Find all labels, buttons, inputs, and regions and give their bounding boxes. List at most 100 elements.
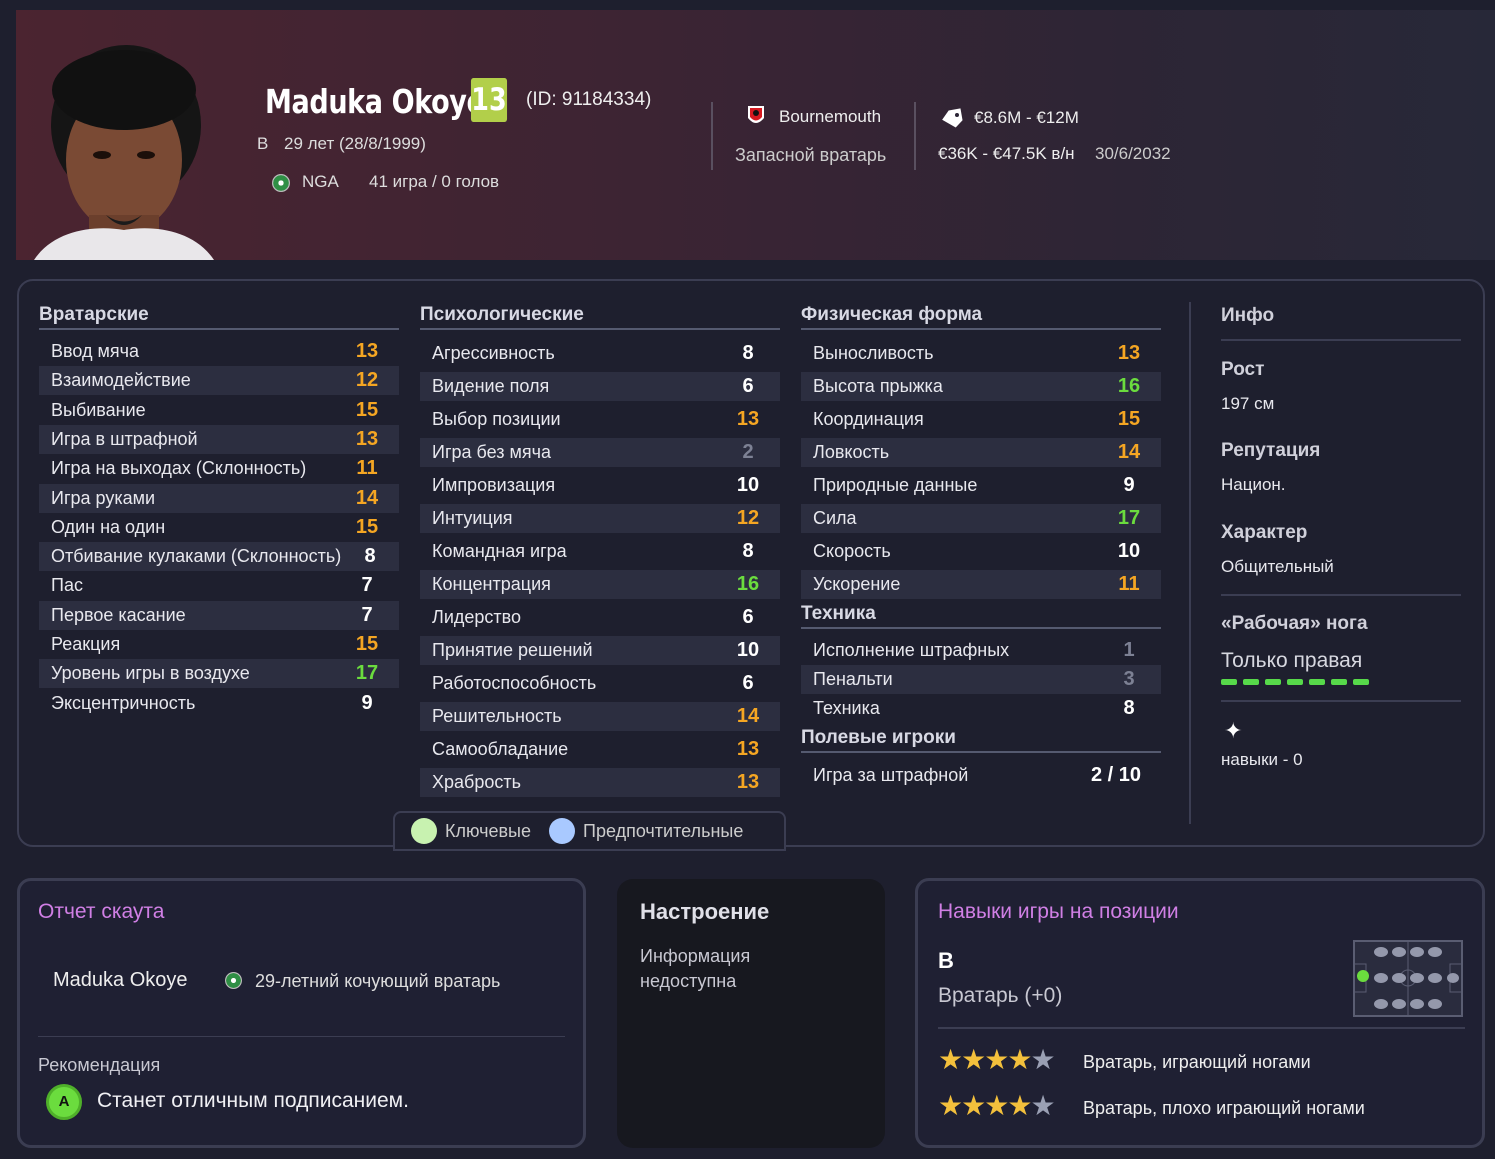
attribute-row[interactable]: Игра руками 14	[39, 483, 399, 513]
info-title: Инфо	[1221, 305, 1275, 326]
attribute-label: Интуиция	[432, 508, 513, 528]
attribute-row[interactable]: Выбивание 15	[39, 396, 399, 425]
attribute-row[interactable]: Исполнение штрафных 1	[801, 636, 1161, 665]
star-icon: ★	[1030, 1044, 1055, 1075]
attribute-row[interactable]: Скорость 10	[801, 537, 1161, 566]
attribute-row[interactable]: Игра на выходах (Склонность) 11	[39, 454, 399, 483]
scout-desc: 29-летний кочующий вратарь	[255, 971, 501, 991]
attribute-row[interactable]: Уровень игры в воздухе 17	[39, 659, 399, 689]
position-role: Вратарь (+0)	[938, 984, 1063, 1007]
attribute-value: 14	[355, 486, 379, 509]
attribute-value: 6	[742, 672, 754, 694]
role-name[interactable]: Вратарь, плохо играющий ногами	[1083, 1098, 1365, 1119]
recommendation-label: Рекомендация	[38, 1055, 161, 1075]
divider	[1221, 594, 1461, 596]
attribute-row[interactable]: Храбрость 13	[420, 768, 780, 797]
role-name[interactable]: Вратарь, играющий ногами	[1083, 1052, 1311, 1073]
grade-badge: A	[46, 1084, 82, 1120]
foot-bar-segment	[1287, 679, 1303, 685]
attribute-label: Ввод мяча	[51, 341, 139, 361]
attribute-row[interactable]: Видение поля 6	[420, 372, 780, 401]
foot-bar-segment	[1221, 679, 1237, 685]
attribute-row[interactable]: Выносливость 13	[801, 339, 1161, 368]
attribute-row[interactable]: Взаимодействие 12	[39, 366, 399, 396]
foot-value: Только правая	[1221, 649, 1363, 672]
reputation-value: Национ.	[1221, 475, 1286, 494]
attribute-row[interactable]: Ввод мяча 13	[39, 337, 399, 366]
attribute-row[interactable]: Один на один 15	[39, 513, 399, 542]
attribute-row[interactable]: Ускорение 11	[801, 570, 1161, 599]
price-tag-icon	[942, 108, 963, 128]
attribute-label: Скорость	[813, 541, 891, 561]
star-icon: ★	[938, 1090, 963, 1121]
attribute-row[interactable]: Решительность 14	[420, 702, 780, 731]
attribute-row[interactable]: Командная игра 8	[420, 537, 780, 566]
attribute-label: Игра без мяча	[432, 442, 552, 462]
attribute-label: Первое касание	[51, 604, 186, 625]
attribute-value: 2 / 10	[1090, 764, 1142, 786]
attribute-value: 6	[742, 375, 754, 397]
attribute-value: 6	[742, 606, 754, 628]
attribute-value: 1	[1123, 639, 1135, 661]
character-value: Общительный	[1221, 557, 1334, 576]
player-age: 29 лет (28/8/1999)	[284, 134, 426, 153]
character-label: Характер	[1221, 522, 1308, 543]
attribute-row[interactable]: Сила 17	[801, 504, 1161, 533]
attribute-row[interactable]: Самообладание 13	[420, 735, 780, 764]
attribute-value: 8	[742, 342, 754, 364]
star-icon: ★	[1030, 1090, 1055, 1121]
attribute-label: Командная игра	[432, 541, 567, 561]
attribute-label: Эксцентричность	[51, 692, 196, 713]
attribute-row[interactable]: Игра без мяча 2	[420, 438, 780, 467]
scout-player-name[interactable]: Maduka Okoye	[53, 969, 188, 992]
attribute-row[interactable]: Игра в штрафной 13	[39, 424, 399, 454]
attribute-row[interactable]: Работоспособность 6	[420, 669, 780, 698]
attribute-value: 15	[1117, 408, 1141, 430]
attribute-row[interactable]: Игра за штрафной 2 / 10	[801, 761, 1161, 790]
attribute-row[interactable]: Реакция 15	[39, 630, 399, 659]
attribute-value: 15	[355, 398, 379, 421]
attribute-row[interactable]: Эксцентричность 9	[39, 689, 399, 718]
attribute-label: Пас	[51, 575, 83, 596]
nigeria-flag-icon	[272, 174, 290, 192]
transfer-value: €8.6M - €12M	[974, 108, 1079, 127]
attribute-row[interactable]: Первое касание 7	[39, 600, 399, 630]
attribute-value: 8	[364, 545, 376, 568]
recommendation-text: Станет отличным подписанием.	[97, 1089, 409, 1112]
foot-strength-bar	[1221, 679, 1369, 685]
attribute-row[interactable]: Лидерство 6	[420, 603, 780, 632]
attribute-value: 9	[1123, 474, 1135, 496]
attribute-row[interactable]: Ловкость 14	[801, 438, 1161, 467]
attribute-row[interactable]: Интуиция 12	[420, 504, 780, 533]
player-nation[interactable]: NGA	[302, 172, 339, 192]
attribute-row[interactable]: Природные данные 9	[801, 471, 1161, 500]
attribute-row[interactable]: Агрессивность 8	[420, 339, 780, 368]
attribute-value: 15	[355, 515, 379, 538]
attribute-label: Концентрация	[432, 574, 551, 594]
attribute-row[interactable]: Принятие решений 10	[420, 636, 780, 665]
attribute-value: 13	[355, 340, 379, 362]
attribute-label: Решительность	[432, 706, 562, 726]
attribute-row[interactable]: Пас 7	[39, 571, 399, 600]
attribute-row[interactable]: Высота прыжка 16	[801, 372, 1161, 401]
divider	[914, 102, 916, 170]
attribute-row[interactable]: Координация 15	[801, 405, 1161, 434]
club-name[interactable]: Bournemouth	[779, 107, 881, 127]
divider	[938, 1027, 1465, 1029]
section-physical: Физическая форма	[801, 304, 1161, 330]
attribute-row[interactable]: Выбор позиции 13	[420, 405, 780, 434]
attribute-label: Высота прыжка	[813, 376, 943, 396]
skills-count[interactable]: навыки - 0	[1221, 750, 1303, 770]
attribute-row[interactable]: Пенальти 3	[801, 665, 1161, 694]
attribute-row[interactable]: Концентрация 16	[420, 570, 780, 599]
section-technique: Техника	[801, 603, 1161, 629]
divider	[1221, 700, 1461, 702]
attribute-label: Уровень игры в воздухе	[51, 663, 250, 684]
attribute-label: Пенальти	[813, 669, 893, 689]
attribute-value: 16	[736, 573, 760, 595]
attribute-row[interactable]: Отбивание кулаками (Склонность) 8	[39, 542, 399, 572]
section-mental: Психологические	[420, 304, 780, 330]
attribute-row[interactable]: Импровизация 10	[420, 471, 780, 500]
attribute-row[interactable]: Техника 8	[801, 694, 1161, 723]
foot-bar-segment	[1309, 679, 1325, 685]
